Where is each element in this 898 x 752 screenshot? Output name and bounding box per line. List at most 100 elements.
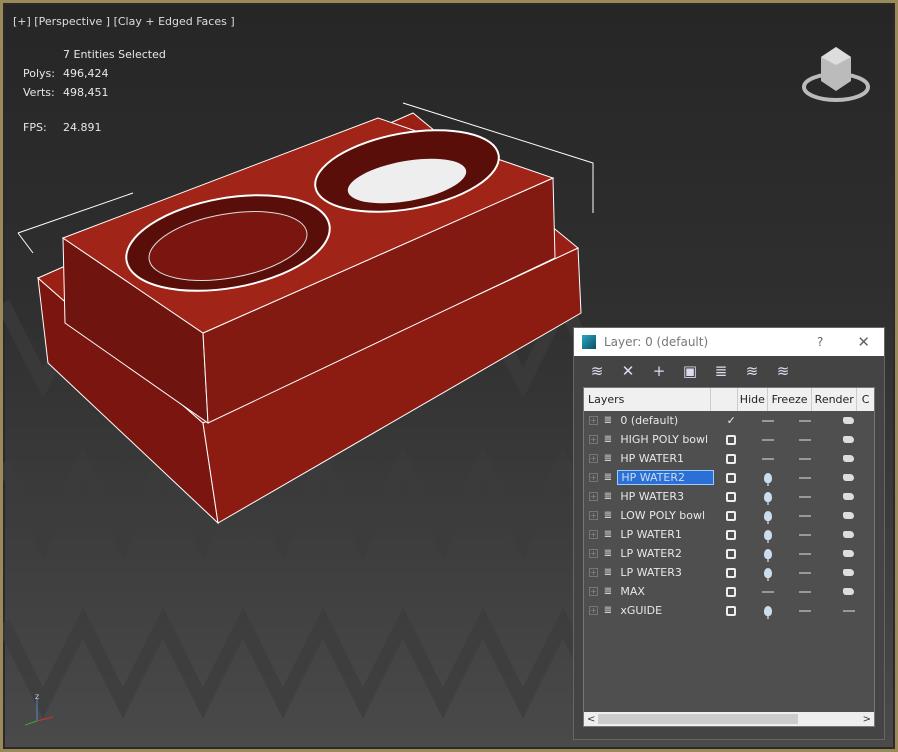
horizontal-scrollbar[interactable]: < >: [584, 712, 874, 726]
layer-name[interactable]: HP WATER3: [617, 490, 714, 503]
render-toggle[interactable]: [824, 417, 874, 424]
freeze-toggle[interactable]: [787, 514, 824, 517]
hide-toggle[interactable]: [748, 529, 787, 543]
dash-icon[interactable]: [799, 514, 812, 517]
dash-icon[interactable]: [761, 457, 774, 460]
layer-row[interactable]: + ≣ 0 (default) ✓: [584, 411, 874, 430]
current-layer-toggle[interactable]: [714, 605, 748, 616]
expand-icon[interactable]: +: [589, 606, 598, 615]
layer-list[interactable]: Layers Hide Freeze Render C + ≣ 0 (default…: [583, 387, 875, 727]
freeze-toggle[interactable]: [787, 419, 824, 422]
dash-icon[interactable]: [842, 609, 855, 612]
hide-toggle[interactable]: [748, 567, 787, 581]
dash-icon[interactable]: [761, 590, 774, 593]
teapot-icon[interactable]: [843, 588, 855, 595]
expand-icon[interactable]: +: [589, 530, 598, 539]
hide-toggle[interactable]: [748, 605, 787, 619]
render-toggle[interactable]: [824, 569, 874, 576]
current-layer-toggle[interactable]: [714, 567, 748, 578]
freeze-toggle[interactable]: [787, 438, 824, 441]
expand-icon[interactable]: +: [589, 435, 598, 444]
render-toggle[interactable]: [824, 531, 874, 538]
teapot-icon[interactable]: [843, 474, 855, 481]
add-to-layer-icon[interactable]: +: [650, 362, 668, 380]
expand-icon[interactable]: +: [589, 492, 598, 501]
lightbulb-icon[interactable]: [763, 472, 772, 486]
scroll-right-button[interactable]: >: [863, 714, 871, 725]
freeze-toggle[interactable]: [787, 590, 824, 593]
freeze-toggle[interactable]: [787, 476, 824, 479]
current-layer-toggle[interactable]: [714, 529, 748, 540]
current-layer-toggle[interactable]: [714, 453, 748, 464]
teapot-icon[interactable]: [843, 550, 855, 557]
current-layer-toggle[interactable]: [714, 491, 748, 502]
current-layer-toggle[interactable]: [714, 510, 748, 521]
dash-icon[interactable]: [799, 495, 812, 498]
current-layer-toggle[interactable]: ✓: [714, 414, 748, 427]
hide-toggle[interactable]: [748, 419, 787, 422]
select-layer-icon[interactable]: ≣: [712, 362, 730, 380]
freeze-toggle[interactable]: [787, 457, 824, 460]
current-layer-toggle[interactable]: [714, 434, 748, 445]
layer-row[interactable]: + ≣ HP WATER2: [584, 468, 874, 487]
dash-icon[interactable]: [761, 438, 774, 441]
layer-row[interactable]: + ≣ xGUIDE: [584, 601, 874, 620]
hide-toggle[interactable]: [748, 472, 787, 486]
dash-icon[interactable]: [799, 419, 812, 422]
lightbulb-icon[interactable]: [763, 510, 772, 524]
set-current-icon[interactable]: ≋: [743, 362, 761, 380]
expand-icon[interactable]: +: [589, 473, 598, 482]
expand-icon[interactable]: +: [589, 416, 598, 425]
current-layer-toggle[interactable]: [714, 586, 748, 597]
layer-row[interactable]: + ≣ HP WATER3: [584, 487, 874, 506]
checkbox-icon[interactable]: [726, 567, 737, 578]
checkbox-icon[interactable]: [726, 491, 737, 502]
hide-toggle[interactable]: [748, 438, 787, 441]
hide-toggle[interactable]: [748, 590, 787, 593]
layer-row[interactable]: + ≣ LP WATER1: [584, 525, 874, 544]
render-toggle[interactable]: [824, 550, 874, 557]
render-toggle[interactable]: [824, 512, 874, 519]
checkbox-icon[interactable]: [726, 586, 737, 597]
create-layer-icon[interactable]: ≋: [588, 362, 606, 380]
layer-name[interactable]: xGUIDE: [617, 604, 714, 617]
layer-settings-icon[interactable]: ≋: [774, 362, 792, 380]
dash-icon[interactable]: [761, 419, 774, 422]
hide-toggle[interactable]: [748, 510, 787, 524]
col-layers[interactable]: Layers: [584, 388, 712, 411]
hide-toggle[interactable]: [748, 491, 787, 505]
checkbox-icon[interactable]: [726, 529, 737, 540]
dash-icon[interactable]: [799, 476, 812, 479]
col-freeze[interactable]: Freeze: [768, 388, 813, 411]
freeze-toggle[interactable]: [787, 495, 824, 498]
layer-name[interactable]: HP WATER1: [617, 452, 714, 465]
layer-row[interactable]: + ≣ LOW POLY bowl: [584, 506, 874, 525]
expand-icon[interactable]: +: [589, 454, 598, 463]
lightbulb-icon[interactable]: [763, 567, 772, 581]
layer-row[interactable]: + ≣ LP WATER3: [584, 563, 874, 582]
dash-icon[interactable]: [799, 457, 812, 460]
dash-icon[interactable]: [799, 438, 812, 441]
checkbox-icon[interactable]: [726, 434, 737, 445]
close-button[interactable]: ✕: [857, 333, 870, 351]
layer-row[interactable]: + ≣ LP WATER2: [584, 544, 874, 563]
teapot-icon[interactable]: [843, 569, 855, 576]
freeze-toggle[interactable]: [787, 571, 824, 574]
select-objects-icon[interactable]: ▣: [681, 362, 699, 380]
checkbox-icon[interactable]: [726, 605, 737, 616]
current-layer-toggle[interactable]: [714, 548, 748, 559]
layer-row[interactable]: + ≣ HP WATER1: [584, 449, 874, 468]
render-toggle[interactable]: [824, 455, 874, 462]
checkbox-icon[interactable]: [726, 510, 737, 521]
lightbulb-icon[interactable]: [763, 491, 772, 505]
layer-name[interactable]: LP WATER2: [617, 547, 714, 560]
dash-icon[interactable]: [799, 609, 812, 612]
expand-icon[interactable]: +: [589, 587, 598, 596]
render-toggle[interactable]: [824, 493, 874, 500]
layer-name[interactable]: 0 (default): [617, 414, 714, 427]
scroll-left-button[interactable]: <: [587, 714, 595, 725]
checkbox-icon[interactable]: [726, 453, 737, 464]
teapot-icon[interactable]: [843, 493, 855, 500]
teapot-icon[interactable]: [843, 512, 855, 519]
freeze-toggle[interactable]: [787, 552, 824, 555]
